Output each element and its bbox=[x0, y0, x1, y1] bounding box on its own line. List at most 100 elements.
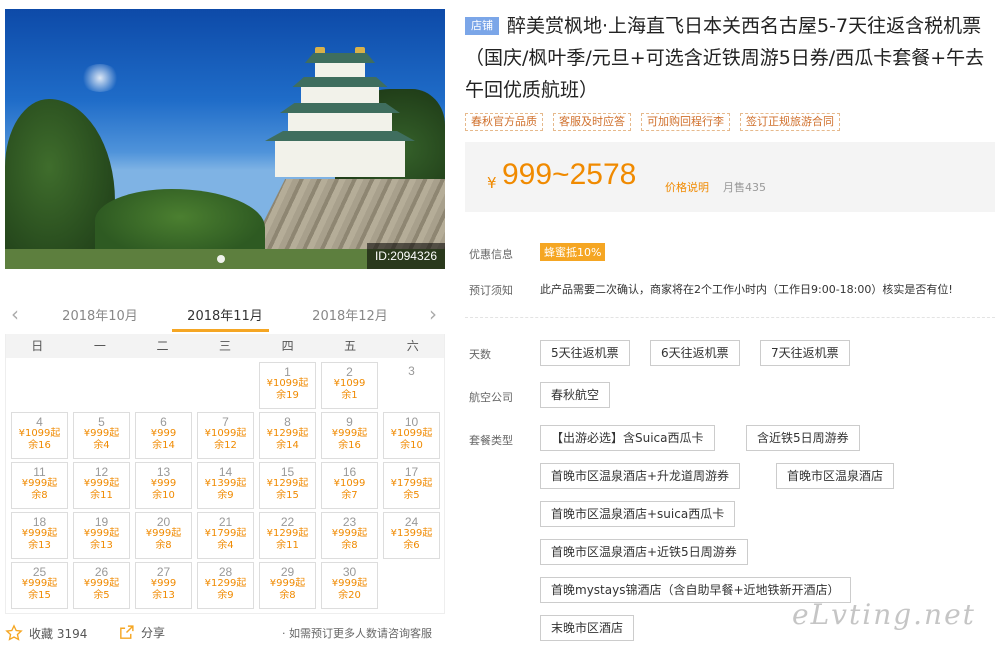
day-price: ¥999 bbox=[150, 578, 177, 589]
option-days-6[interactable]: 6天往返机票 bbox=[650, 340, 740, 366]
currency-symbol: ¥ bbox=[487, 174, 497, 192]
day-remaining: 余8 bbox=[341, 540, 358, 551]
calendar-day-cell[interactable]: 6 ¥999 余14 bbox=[135, 412, 192, 459]
day-number: 17 bbox=[404, 465, 419, 479]
option-package[interactable]: 末晚市区酒店 bbox=[540, 615, 635, 641]
favorite-button[interactable]: 收藏 3194 bbox=[5, 624, 87, 642]
shop-badge[interactable]: 店铺 bbox=[465, 17, 499, 35]
share-button[interactable]: 分享 bbox=[118, 624, 165, 641]
divider bbox=[465, 317, 995, 318]
calendar-day-cell[interactable]: 23 ¥999起 余8 bbox=[321, 512, 378, 559]
product-hero-image[interactable]: ID:2094326 bbox=[5, 9, 445, 269]
day-price: ¥1099 bbox=[333, 378, 366, 389]
day-number: 25 bbox=[32, 565, 47, 579]
carousel-dot[interactable] bbox=[217, 255, 225, 263]
month-tab-current[interactable]: 2018年11月 bbox=[180, 305, 270, 324]
active-month-indicator bbox=[172, 329, 269, 332]
option-package[interactable]: 首晚市区温泉酒店 bbox=[776, 463, 895, 489]
day-price: ¥999起 bbox=[83, 578, 120, 589]
day-price: ¥999起 bbox=[21, 478, 58, 489]
option-package[interactable]: 首晚市区温泉酒店+suica西瓜卡 bbox=[540, 501, 736, 527]
calendar-day-cell[interactable]: 13 ¥999 余10 bbox=[135, 462, 192, 509]
day-number: 24 bbox=[404, 515, 419, 529]
calendar-day-cell[interactable]: 27 ¥999 余13 bbox=[135, 562, 192, 609]
day-remaining: 余9 bbox=[217, 590, 234, 601]
option-days-5[interactable]: 5天往返机票 bbox=[540, 340, 630, 366]
day-price: ¥1399起 bbox=[204, 478, 247, 489]
calendar-day-cell[interactable]: 19 ¥999起 余13 bbox=[73, 512, 130, 559]
calendar-day-cell[interactable]: 30 ¥999起 余20 bbox=[321, 562, 378, 609]
option-package[interactable]: 含近铁5日周游券 bbox=[746, 425, 860, 451]
day-price: ¥999起 bbox=[21, 528, 58, 539]
calendar-day-cell[interactable]: 17 ¥1799起 余5 bbox=[383, 462, 440, 509]
calendar-day-cell[interactable]: 4 ¥1099起 余16 bbox=[11, 412, 68, 459]
option-package[interactable]: 首晚市区温泉酒店+升龙道周游券 bbox=[540, 463, 741, 489]
day-number: 14 bbox=[218, 465, 233, 479]
discount-badge: 蜂蜜抵10% bbox=[540, 243, 606, 261]
option-days-7[interactable]: 7天往返机票 bbox=[760, 340, 850, 366]
option-package[interactable]: 首晚市区温泉酒店+近铁5日周游券 bbox=[540, 539, 748, 565]
day-remaining: 余8 bbox=[31, 490, 48, 501]
day-price: ¥1099起 bbox=[18, 428, 61, 439]
option-airline[interactable]: 春秋航空 bbox=[540, 382, 611, 408]
day-remaining: 余7 bbox=[341, 490, 358, 501]
service-tags: 春秋官方品质 客服及时应答 可加购回程行李 签订正规旅游合同 bbox=[465, 113, 840, 131]
day-number: 16 bbox=[342, 465, 357, 479]
day-number: 3 bbox=[408, 364, 415, 378]
calendar-day-cell[interactable]: 16 ¥1099 余7 bbox=[321, 462, 378, 509]
chevron-right-icon[interactable]: › bbox=[429, 302, 437, 326]
calendar-day-cell[interactable]: 29 ¥999起 余8 bbox=[259, 562, 316, 609]
day-price: ¥999起 bbox=[331, 528, 368, 539]
calendar-day-cell[interactable]: 24 ¥1399起 余6 bbox=[383, 512, 440, 559]
day-remaining: 余6 bbox=[403, 540, 420, 551]
calendar-day-cell[interactable]: 11 ¥999起 余8 bbox=[11, 462, 68, 509]
chevron-left-icon[interactable]: ‹ bbox=[11, 302, 19, 326]
calendar-day-cell[interactable]: 7 ¥1099起 余12 bbox=[197, 412, 254, 459]
month-tab-next[interactable]: 2018年12月 bbox=[305, 305, 395, 324]
day-number: 15 bbox=[280, 465, 295, 479]
calendar-day-cell[interactable]: 2 ¥1099 余1 bbox=[321, 362, 378, 409]
calendar-day-cell[interactable]: 26 ¥999起 余5 bbox=[73, 562, 130, 609]
castle-tier bbox=[315, 63, 365, 77]
calendar-day-cell[interactable]: 1 ¥1099起 余19 bbox=[259, 362, 316, 409]
calendar-day-cell[interactable]: 9 ¥999起 余16 bbox=[321, 412, 378, 459]
calendar-day-cell[interactable]: 14 ¥1399起 余9 bbox=[197, 462, 254, 509]
day-remaining: 余4 bbox=[217, 540, 234, 551]
day-price: ¥1299起 bbox=[204, 578, 247, 589]
calendar-day-cell[interactable]: 22 ¥1299起 余11 bbox=[259, 512, 316, 559]
day-remaining: 余11 bbox=[276, 540, 299, 551]
day-remaining: 余10 bbox=[400, 440, 423, 451]
day-remaining: 余13 bbox=[28, 540, 51, 551]
month-tab-prev[interactable]: 2018年10月 bbox=[55, 305, 145, 324]
castle-tier bbox=[275, 141, 405, 177]
calendar-day-cell[interactable]: 15 ¥1299起 余15 bbox=[259, 462, 316, 509]
day-price: ¥999 bbox=[150, 428, 177, 439]
calendar-day-cell[interactable]: 20 ¥999起 余8 bbox=[135, 512, 192, 559]
day-price: ¥1099起 bbox=[266, 378, 309, 389]
weekday-label: 日 bbox=[31, 339, 44, 353]
day-price: ¥1299起 bbox=[266, 528, 309, 539]
calendar-day-cell[interactable]: 10 ¥1099起 余10 bbox=[383, 412, 440, 459]
cloud-shape bbox=[80, 64, 120, 92]
day-remaining: 余8 bbox=[279, 590, 296, 601]
contact-service-tip: · 如需预订更多人数请咨询客服 bbox=[282, 627, 432, 640]
calendar-day-cell[interactable]: 18 ¥999起 余13 bbox=[11, 512, 68, 559]
calendar-day-cell[interactable]: 8 ¥1299起 余14 bbox=[259, 412, 316, 459]
days-label: 天数 bbox=[469, 348, 491, 361]
calendar-day-cell: 3 bbox=[383, 362, 440, 409]
day-remaining: 余14 bbox=[276, 440, 299, 451]
calendar-day-cell[interactable]: 12 ¥999起 余11 bbox=[73, 462, 130, 509]
watermark-text: eLvting.net bbox=[792, 598, 976, 631]
calendar-day-cell[interactable]: 5 ¥999起 余4 bbox=[73, 412, 130, 459]
option-package[interactable]: 【出游必选】含Suica西瓜卡 bbox=[540, 425, 715, 451]
airline-label: 航空公司 bbox=[469, 391, 513, 404]
favorite-count: 收藏 3194 bbox=[29, 626, 88, 641]
calendar-day-cell[interactable]: 28 ¥1299起 余9 bbox=[197, 562, 254, 609]
calendar-day-cell[interactable]: 25 ¥999起 余15 bbox=[11, 562, 68, 609]
price-explain-link[interactable]: 价格说明 bbox=[665, 179, 709, 195]
day-number: 27 bbox=[156, 565, 171, 579]
castle-illustration bbox=[255, 39, 425, 189]
calendar-day-cell[interactable]: 21 ¥1799起 余4 bbox=[197, 512, 254, 559]
day-price: ¥1799起 bbox=[204, 528, 247, 539]
day-price: ¥1099起 bbox=[204, 428, 247, 439]
